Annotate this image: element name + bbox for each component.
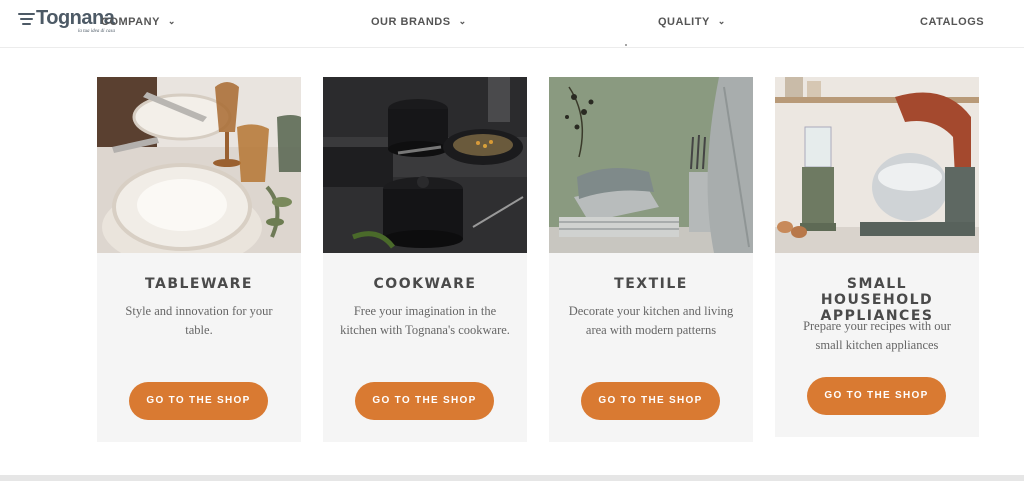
chevron-down-icon: ⌄ (458, 16, 467, 26)
go-to-shop-button[interactable]: GO TO THE SHOP (581, 382, 720, 420)
nav-quality[interactable]: QUALITY ⌄ (658, 16, 726, 28)
card-description: Style and innovation for your table. (125, 304, 273, 337)
category-card-tableware: TABLEWARE Style and innovation for your … (97, 77, 301, 442)
separator-dot (625, 44, 627, 46)
go-to-shop-button[interactable]: GO TO THE SHOP (355, 382, 494, 420)
category-card-cookware: COOKWARE Free your imagination in the ki… (323, 77, 527, 442)
cookware-photo[interactable] (323, 77, 527, 253)
card-title: TABLEWARE (145, 276, 253, 292)
category-card-textile: TEXTILE Decorate your kitchen and living… (549, 77, 753, 442)
logo-tagline: la tua idea di casa (78, 29, 115, 34)
card-title: TEXTILE (614, 276, 688, 292)
textile-photo[interactable] (549, 77, 753, 253)
category-card-small-household-appliances: SMALL HOUSEHOLD APPLIANCES Prepare your … (775, 77, 979, 437)
nav-company[interactable]: COMPANY ⌄ (101, 16, 176, 28)
nav-our-brands-label: OUR BRANDS (371, 16, 451, 28)
logo-stripes-icon (18, 13, 35, 26)
nav-quality-label: QUALITY (658, 16, 710, 28)
site-header: Tognana la tua idea di casa COMPANY ⌄ OUR… (0, 0, 1024, 48)
nav-catalogs-label: CATALOGS (920, 16, 985, 28)
card-description: Decorate your kitchen and living area wi… (568, 304, 734, 337)
nav-our-brands[interactable]: OUR BRANDS ⌄ (371, 16, 467, 28)
appliances-photo[interactable] (775, 77, 979, 253)
nav-company-label: COMPANY (101, 16, 160, 28)
page-bottom-strip (0, 475, 1024, 481)
card-title: COOKWARE (373, 276, 477, 292)
nav-catalogs[interactable]: CATALOGS (920, 16, 984, 28)
chevron-down-icon: ⌄ (167, 16, 176, 26)
chevron-down-icon: ⌄ (717, 16, 726, 26)
tableware-photo[interactable] (97, 77, 301, 253)
card-description: Prepare your recipes with our small kitc… (803, 319, 951, 352)
card-description: Free your imagination in the kitchen wit… (340, 304, 510, 337)
go-to-shop-button[interactable]: GO TO THE SHOP (129, 382, 268, 420)
go-to-shop-button[interactable]: GO TO THE SHOP (807, 377, 946, 415)
